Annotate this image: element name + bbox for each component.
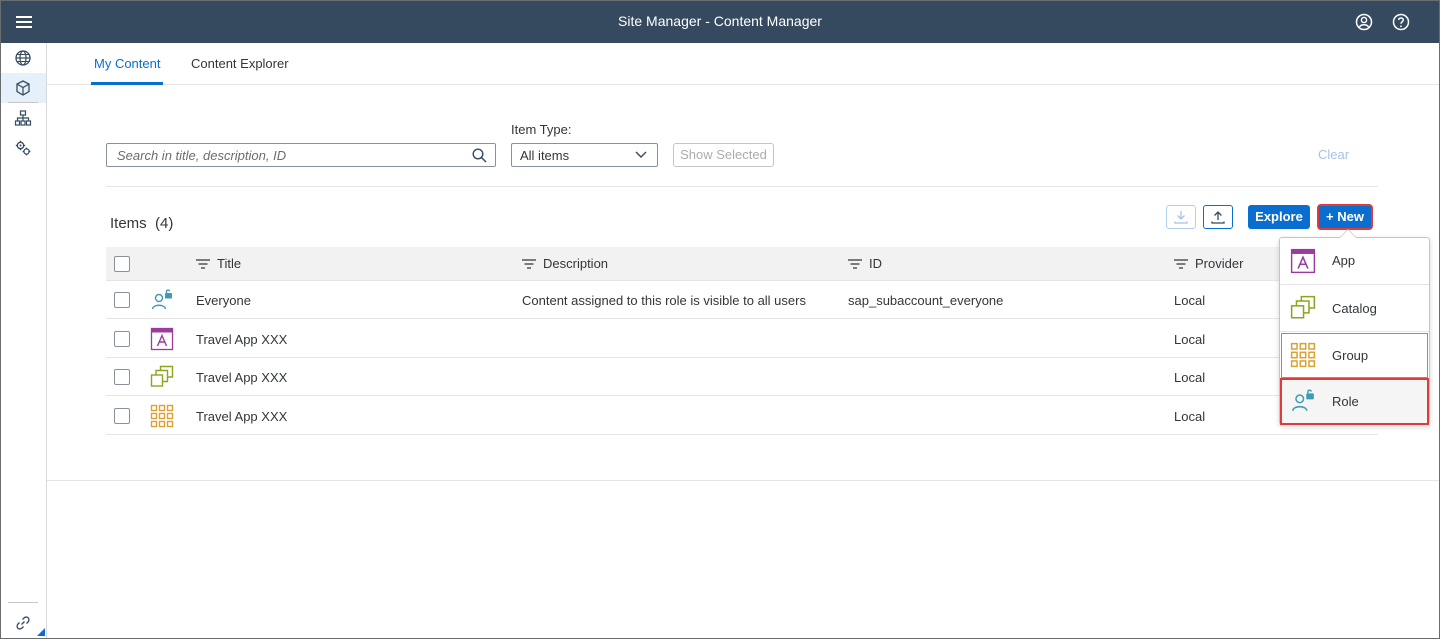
select-all-checkbox[interactable] [114,256,130,272]
cube-icon [16,80,30,96]
group-icon [150,404,174,428]
show-selected-button[interactable]: Show Selected [673,143,774,167]
corner-resize-icon [37,628,45,636]
link-icon [16,616,30,630]
row-checkbox[interactable] [114,331,130,347]
menu-item-catalog[interactable]: Catalog [1280,285,1429,332]
search-field[interactable] [106,143,496,167]
side-navigation [0,43,47,639]
search-icon[interactable] [472,148,487,163]
app-icon [1290,248,1316,274]
role-icon [151,289,172,310]
help-icon[interactable] [1390,11,1412,33]
column-header-title[interactable]: Title [196,247,241,281]
item-type-value: All items [520,148,570,163]
search-input[interactable] [107,144,467,166]
sort-icon [1174,259,1188,269]
table-row[interactable]: Travel App XXX Local [106,358,1378,396]
table-row[interactable]: Everyone Content assigned to this role i… [106,281,1378,319]
download-icon [1174,211,1188,224]
user-icon[interactable] [1353,11,1375,33]
menu-item-label: App [1332,253,1356,268]
row-title: Everyone [196,293,251,308]
row-checkbox[interactable] [114,369,130,385]
menu-item-group[interactable]: Group [1280,332,1429,379]
column-header-provider[interactable]: Provider [1174,247,1243,281]
tab-bar: My Content Content Explorer [47,43,1440,85]
explore-button[interactable]: Explore [1248,205,1310,229]
upload-icon [1211,211,1225,224]
globe-icon [15,50,31,66]
column-header-id[interactable]: ID [848,247,882,281]
row-provider: Local [1174,409,1206,424]
menu-item-app[interactable]: App [1280,238,1429,285]
row-title: Travel App XXX [196,409,288,424]
item-type-label: Item Type: [511,122,572,137]
new-button[interactable]: + New [1317,204,1373,230]
nav-item-hierarchy[interactable] [0,103,46,133]
table-row[interactable]: Travel App XXX Local [106,397,1378,435]
group-icon [1290,342,1316,368]
tab-content-explorer[interactable]: Content Explorer [191,43,289,85]
row-title: Travel App XXX [196,370,288,385]
download-button[interactable] [1166,205,1196,229]
clear-button[interactable]: Clear [1318,147,1349,162]
settings-icon [15,140,31,156]
tab-my-content[interactable]: My Content [90,43,164,85]
column-header-description[interactable]: Description [522,247,608,281]
chevron-down-icon [635,151,647,158]
nav-item-content-manager[interactable] [0,73,46,103]
nav-item-settings[interactable] [0,133,46,163]
shell-bar: Site Manager - Content Manager [0,0,1440,43]
catalog-icon [150,365,174,387]
row-provider: Local [1174,370,1206,385]
row-id: sap_subaccount_everyone [848,293,1004,308]
items-count: (4) [155,215,174,232]
catalog-icon [1290,295,1316,319]
sort-icon [196,259,210,269]
table-header: Title Description ID Provider [106,247,1378,281]
items-title: Items (4) [110,215,174,232]
app-icon [150,327,174,351]
item-type-select[interactable]: All items [511,143,658,167]
role-icon [1291,389,1314,412]
row-provider: Local [1174,293,1206,308]
new-menu-popover: App Catalog Group Role [1279,237,1430,425]
shell-title: Site Manager - Content Manager [618,13,822,29]
hierarchy-icon [14,110,32,126]
filter-divider [106,186,1378,187]
popover-arrow [1339,229,1357,238]
row-checkbox[interactable] [114,292,130,308]
upload-button[interactable] [1203,205,1233,229]
sort-icon [848,259,862,269]
menu-item-label: Group [1332,348,1369,363]
menu-item-label: Role [1332,394,1359,409]
row-checkbox[interactable] [114,408,130,424]
row-description: Content assigned to this role is visible… [522,293,806,308]
menu-item-role[interactable]: Role [1280,378,1429,425]
row-title: Travel App XXX [196,332,288,347]
row-provider: Local [1174,332,1206,347]
table-row[interactable]: Travel App XXX Local [106,320,1378,358]
menu-item-label: Catalog [1332,301,1377,316]
nav-item-sites[interactable] [0,43,46,73]
sort-icon [522,259,536,269]
content-bottom-divider [47,480,1440,481]
